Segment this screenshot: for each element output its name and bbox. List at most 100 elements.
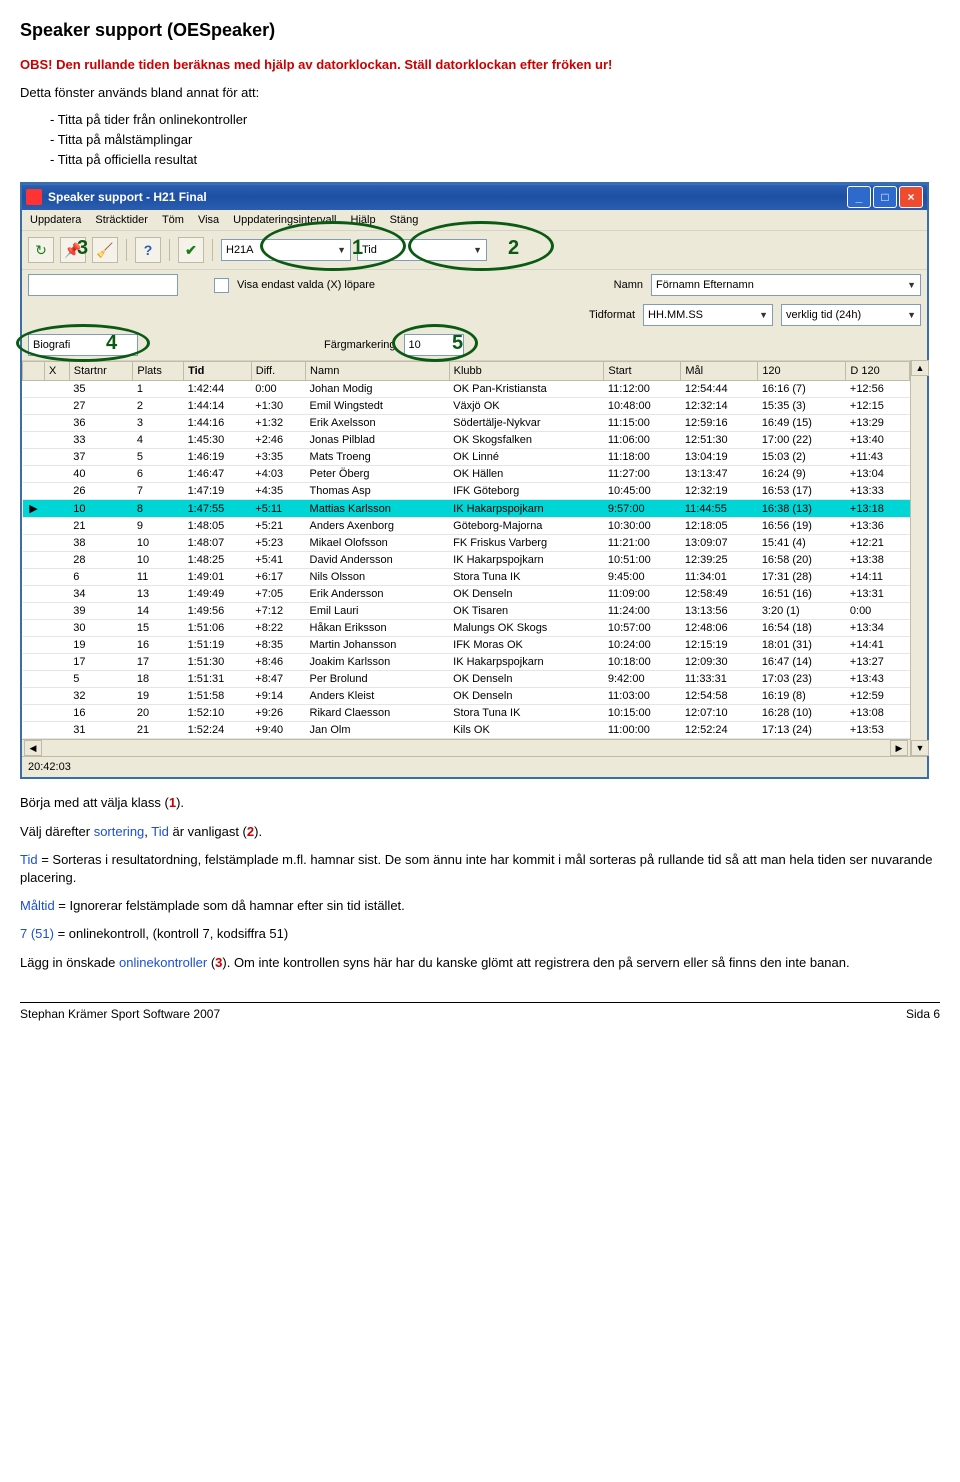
check-icon[interactable]: ✔ (178, 237, 204, 263)
table-cell: 1:51:06 (184, 620, 252, 637)
scroll-up-icon[interactable]: ▲ (911, 360, 929, 376)
column-header[interactable]: D 120 (846, 362, 910, 381)
column-header[interactable] (23, 362, 45, 381)
table-row[interactable]: 2191:48:05+5:21Anders AxenborgGöteborg-M… (23, 518, 910, 535)
menu-item[interactable]: Sträcktider (95, 214, 148, 226)
table-cell (23, 688, 45, 705)
table-cell: +12:15 (846, 398, 910, 415)
column-header[interactable]: Namn (306, 362, 450, 381)
table-row[interactable]: 5181:51:31+8:47Per BrolundOK Denseln9:42… (23, 671, 910, 688)
table-row[interactable]: 17171:51:30+8:46Joakim KarlssonIK Hakarp… (23, 654, 910, 671)
table-row[interactable]: 30151:51:06+8:22Håkan ErikssonMalungs OK… (23, 620, 910, 637)
table-cell: Nils Olsson (306, 569, 450, 586)
minimize-button[interactable]: _ (847, 186, 871, 208)
menu-item[interactable]: Töm (162, 214, 184, 226)
scroll-right-icon[interactable]: ▶ (890, 740, 908, 756)
menu-item[interactable]: Uppdateringsintervall (233, 214, 336, 226)
colormark-label: Färgmarkering (324, 339, 396, 351)
sort-combo[interactable]: Tid ▼ (357, 239, 487, 261)
column-header[interactable]: X (45, 362, 70, 381)
table-cell: OK Denseln (449, 586, 604, 603)
marker-4: 4 (106, 332, 117, 355)
table-row[interactable]: 38101:48:07+5:23Mikael OlofssonFK Frisku… (23, 535, 910, 552)
table-cell: Malungs OK Skogs (449, 620, 604, 637)
table-cell: +4:03 (251, 466, 305, 483)
column-header[interactable]: 120 (758, 362, 846, 381)
timemode-combo[interactable]: verklig tid (24h) ▼ (781, 304, 921, 326)
column-header[interactable]: Diff. (251, 362, 305, 381)
table-cell: 18:01 (31) (758, 637, 846, 654)
table-cell: 16:49 (15) (758, 415, 846, 432)
table-row[interactable]: 3341:45:30+2:46Jonas PilbladOK Skogsfalk… (23, 432, 910, 449)
table-cell: Emil Wingstedt (306, 398, 450, 415)
table-row[interactable]: 2671:47:19+4:35Thomas AspIFK Göteborg10:… (23, 483, 910, 500)
table-row[interactable]: 39141:49:56+7:12Emil LauriOK Tisaren11:2… (23, 603, 910, 620)
table-cell: +13:29 (846, 415, 910, 432)
table-row[interactable]: 3631:44:16+1:32Erik AxelssonSödertälje-N… (23, 415, 910, 432)
table-cell: 1:48:25 (184, 552, 252, 569)
close-button[interactable]: × (899, 186, 923, 208)
horizontal-scrollbar[interactable]: ◀ ▶ (22, 739, 910, 756)
scroll-left-icon[interactable]: ◀ (24, 740, 42, 756)
column-header[interactable]: Plats (133, 362, 184, 381)
table-row[interactable]: 4061:46:47+4:03Peter ÖbergOK Hällen11:27… (23, 466, 910, 483)
biografi-input[interactable]: Biografi (28, 334, 138, 356)
menu-item[interactable]: Stäng (390, 214, 419, 226)
table-row[interactable]: 3511:42:440:00Johan ModigOK Pan-Kristian… (23, 381, 910, 398)
class-combo[interactable]: H21A ▼ (221, 239, 351, 261)
clear-icon[interactable]: 🧹 (92, 237, 118, 263)
filter-input[interactable] (28, 274, 178, 296)
table-cell: 1:51:58 (184, 688, 252, 705)
table-cell: 31 (69, 722, 133, 739)
table-row[interactable]: 32191:51:58+9:14Anders KleistOK Denseln1… (23, 688, 910, 705)
menu-item[interactable]: Uppdatera (30, 214, 81, 226)
vertical-scrollbar[interactable]: ▲ ▼ (910, 360, 927, 756)
table-cell: +13:33 (846, 483, 910, 500)
body-paragraph: Lägg in önskade onlinekontroller (3). Om… (20, 954, 940, 972)
scroll-down-icon[interactable]: ▼ (911, 740, 929, 756)
table-cell (23, 518, 45, 535)
table-row[interactable]: 31211:52:24+9:40Jan OlmKils OK11:00:0012… (23, 722, 910, 739)
table-cell: 13:09:07 (681, 535, 758, 552)
name-combo[interactable]: Förnamn Efternamn ▼ (651, 274, 921, 296)
table-cell (45, 705, 70, 722)
marker-2: 2 (508, 237, 519, 260)
menu-item[interactable]: Hjälp (351, 214, 376, 226)
table-row[interactable]: 3751:46:19+3:35Mats TroengOK Linné11:18:… (23, 449, 910, 466)
maximize-button[interactable]: □ (873, 186, 897, 208)
table-cell (45, 449, 70, 466)
table-row[interactable]: 16201:52:10+9:26Rikard ClaessonStora Tun… (23, 705, 910, 722)
table-row[interactable]: 34131:49:49+7:05Erik AnderssonOK Denseln… (23, 586, 910, 603)
table-cell (45, 688, 70, 705)
column-header[interactable]: Klubb (449, 362, 604, 381)
app-icon (26, 189, 42, 205)
marker-5: 5 (452, 332, 463, 355)
column-header[interactable]: Tid (184, 362, 252, 381)
table-cell (23, 654, 45, 671)
table-cell: +13:53 (846, 722, 910, 739)
show-only-checkbox[interactable] (214, 278, 229, 293)
help-icon[interactable]: ? (135, 237, 161, 263)
table-cell: 12:52:24 (681, 722, 758, 739)
column-header[interactable]: Startnr (69, 362, 133, 381)
table-cell: 16:58 (20) (758, 552, 846, 569)
column-header[interactable]: Mål (681, 362, 758, 381)
warning-line: OBS! Den rullande tiden beräknas med hjä… (20, 56, 940, 74)
table-row[interactable]: 19161:51:19+8:35Martin JohanssonIFK Mora… (23, 637, 910, 654)
column-header[interactable]: Start (604, 362, 681, 381)
table-row[interactable]: 6111:49:01+6:17Nils OlssonStora Tuna IK9… (23, 569, 910, 586)
table-cell (23, 569, 45, 586)
bullet-item: - Titta på tider från onlinekontroller (50, 112, 940, 127)
table-row[interactable]: 2721:44:14+1:30Emil WingstedtVäxjö OK10:… (23, 398, 910, 415)
table-cell (45, 432, 70, 449)
table-row[interactable]: 28101:48:25+5:41David AnderssonIK Hakarp… (23, 552, 910, 569)
table-cell: 39 (69, 603, 133, 620)
table-cell: 26 (69, 483, 133, 500)
table-cell: +5:11 (251, 500, 305, 518)
table-cell: 17:31 (28) (758, 569, 846, 586)
timeformat-combo[interactable]: HH.MM.SS ▼ (643, 304, 773, 326)
menu-item[interactable]: Visa (198, 214, 219, 226)
refresh-icon[interactable]: ↻ (28, 237, 54, 263)
table-row[interactable]: ▶1081:47:55+5:11Mattias KarlssonIK Hakar… (23, 500, 910, 518)
biografi-label: Biografi (33, 339, 70, 351)
